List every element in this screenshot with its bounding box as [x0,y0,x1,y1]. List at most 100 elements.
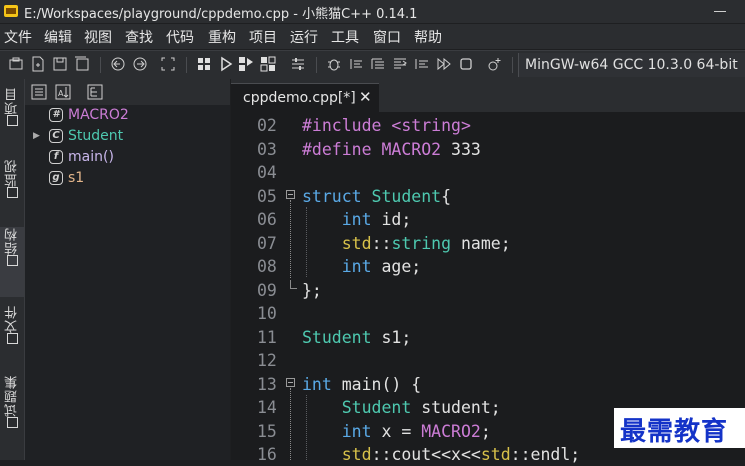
close-icon[interactable]: ✕ [359,88,372,106]
step-out-icon[interactable] [392,56,408,72]
tab-cppdemo[interactable]: cppdemo.cpp[*] ✕ [231,83,379,112]
menu-edit[interactable]: 编辑 [44,27,72,47]
line-number: 06 [257,210,277,229]
line-number: 10 [257,304,277,323]
problem-set-icon [6,417,18,428]
save-all-icon[interactable] [74,56,90,72]
macro-icon: # [49,108,63,122]
code-text: }; [302,280,322,300]
tab-watch[interactable]: 监视 [0,159,24,221]
line-number: 04 [257,163,277,182]
title-bar: E:/Workspaces/playground/cppdemo.cpp - 小… [0,0,745,23]
new-file-icon[interactable] [30,56,46,72]
watermark: 最需教育 [620,417,729,447]
compile-run-icon[interactable] [238,56,254,72]
line-number: 08 [257,257,277,276]
add-watch-icon[interactable] [486,56,502,72]
expand-arrow-icon[interactable]: ▶ [33,131,40,141]
code-text: Student student; [341,398,501,417]
back-icon[interactable] [110,56,126,72]
code-line[interactable]: 03 #define MACRO2 333 [231,138,745,161]
tab-files[interactable]: 文件 [0,305,24,367]
stop-icon[interactable] [458,56,474,72]
compiler-select[interactable]: MinGW-w64 GCC 10.3.0 64-bit [518,53,745,77]
tab-watch-label: 监视 [4,159,20,187]
debug-icon[interactable] [326,56,342,72]
line-number: 15 [257,421,277,441]
fold-toggle-icon[interactable] [286,190,295,199]
sort-alpha-icon[interactable]: A [55,84,71,100]
code-line[interactable]: 06 int id; [231,208,745,231]
indent-guide [306,395,308,460]
menu-run[interactable]: 运行 [290,27,318,47]
minimize-button[interactable] [711,2,731,20]
code-line[interactable]: 02 #include <string> [231,114,745,137]
code-text: int id; [341,210,412,229]
new-project-icon[interactable] [8,56,24,72]
fold-end [290,280,297,289]
code-text: int x = MACRO2; [341,421,491,441]
rebuild-icon[interactable] [260,56,276,72]
structure-icon [6,255,18,266]
step-into-icon[interactable] [370,56,386,72]
code-line[interactable]: 05 struct Student{ [231,185,745,208]
watch-icon [6,187,18,198]
fold-line [290,200,292,278]
function-icon: f [49,150,63,164]
code-text: std::cout<<x<<std::endl; [341,445,581,464]
menu-search[interactable]: 查找 [125,27,153,47]
menu-tools[interactable]: 工具 [331,27,359,47]
code-line[interactable]: 10 [231,302,745,325]
run-icon[interactable] [218,56,234,72]
step-over-icon[interactable] [348,56,364,72]
line-number: 05 [257,186,277,206]
code-line[interactable]: 11 Student s1; [231,326,745,349]
continue-icon[interactable] [436,56,452,72]
menu-bar: 文件 编辑 视图 查找 代码 重构 项目 运行 工具 窗口 帮助 [0,24,745,49]
fold-line [290,388,292,460]
left-tool-tabs: 项目 监视 结构 文件 试题集 [0,79,25,460]
menu-code[interactable]: 代码 [166,27,194,47]
code-editor[interactable]: cppdemo.cpp[*] ✕ 02 #include <string> 03 #d… [231,79,745,464]
menu-help[interactable]: 帮助 [414,27,442,47]
tab-problem-set[interactable]: 试题集 [0,375,24,455]
tree-item-label: Student [68,128,124,144]
app-logo-icon [4,5,18,17]
fold-toggle-icon[interactable] [286,378,295,387]
menu-window[interactable]: 窗口 [373,27,401,47]
options-icon[interactable] [290,56,306,72]
tab-structure[interactable]: 结构 [0,227,24,297]
tab-label: cppdemo.cpp[*] [243,90,356,106]
code-line[interactable]: 04 [231,161,745,184]
menu-file[interactable]: 文件 [4,27,32,47]
code-line[interactable]: 13 int main() { [231,373,745,396]
save-icon[interactable] [52,56,68,72]
menu-view[interactable]: 视图 [84,27,112,47]
code-text: #define MACRO2 333 [302,139,481,159]
code-line[interactable]: 09}; [231,279,745,302]
line-number: 13 [257,374,277,394]
run-to-cursor-icon[interactable] [414,56,430,72]
structure-toolbar: A [25,79,230,105]
tab-problem-set-label: 试题集 [4,375,20,417]
fullscreen-icon[interactable] [160,56,176,72]
sort-type-icon[interactable] [31,84,47,100]
code-line[interactable]: 08 int age; [231,255,745,278]
menu-project[interactable]: 项目 [249,27,277,47]
code-text: struct Student{ [302,186,452,206]
tab-structure-label: 结构 [4,227,20,255]
show-inherited-icon[interactable] [87,84,103,100]
code-line[interactable]: 07 std::string name; [231,232,745,255]
code-text: std::string name; [341,233,511,253]
tab-project[interactable]: 项目 [0,87,24,149]
compile-icon[interactable] [196,56,212,72]
menu-refactor[interactable]: 重构 [208,27,236,47]
code-text: int main() { [302,374,422,394]
tree-item-label: s1 [68,170,85,186]
line-number: 07 [257,233,277,253]
indent-guide [306,207,308,277]
structure-panel: A # MACRO2 ▶ C Student f main() g s1 [25,79,230,460]
forward-icon[interactable] [132,56,148,72]
code-line[interactable]: 12 [231,349,745,372]
tree-item-label: main() [68,149,114,165]
